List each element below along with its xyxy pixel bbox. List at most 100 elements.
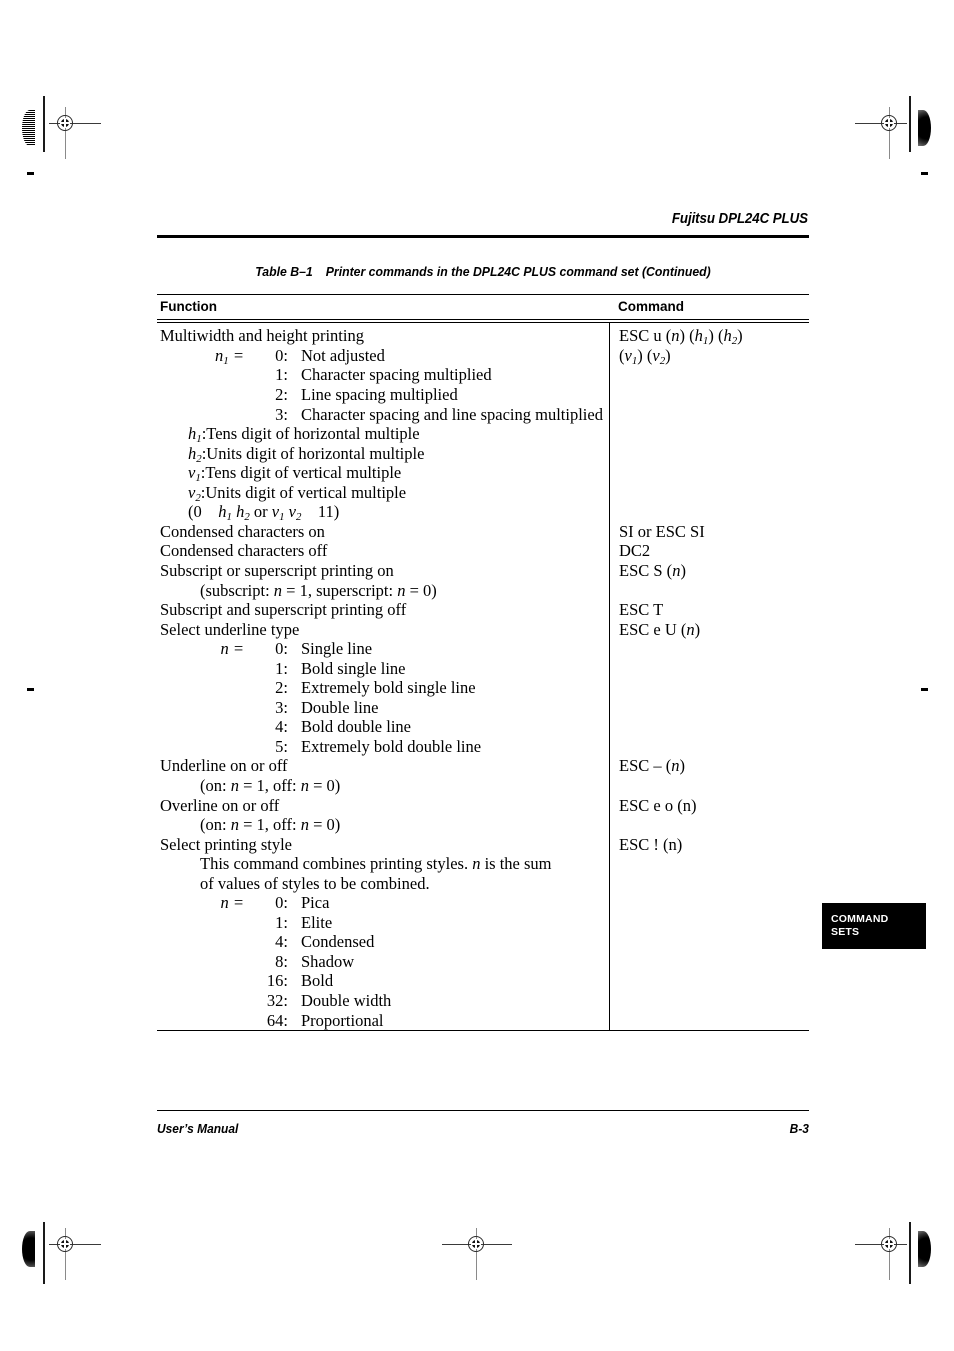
table-row: Underline on or off <box>160 756 288 776</box>
option-value: 16: <box>266 971 288 991</box>
registration-mark-top-left <box>49 107 101 159</box>
column-header-function: Function <box>160 299 217 314</box>
command-entry: ESC – (n) <box>619 756 686 776</box>
option-value: 64: <box>266 1010 288 1030</box>
option-key <box>200 991 244 1011</box>
option-key: n = <box>220 893 244 913</box>
option-value: 2: <box>275 678 288 698</box>
option-value: 0: <box>275 345 288 365</box>
option-key <box>200 385 244 405</box>
table-bottom-rule <box>157 1030 809 1032</box>
option-label: Proportional <box>301 1010 384 1030</box>
table-row: v2:Units digit of vertical multiple <box>188 482 407 504</box>
option-label: Single line <box>301 639 373 659</box>
table-row: Condensed characters on <box>160 521 325 541</box>
margin-tick-right-mid <box>921 688 928 691</box>
table-row: v1:Tens digit of vertical multiple <box>188 463 402 485</box>
option-key <box>200 698 244 718</box>
density-wedge-bottom-right <box>918 1231 931 1267</box>
table-row: 1: Bold single line <box>160 659 603 679</box>
option-key <box>200 1011 244 1031</box>
option-label: Line spacing multiplied <box>301 385 458 405</box>
command-entry: ESC u (n) (h1) (h2) <box>619 326 743 348</box>
option-key <box>200 717 244 737</box>
table-row: 3: Double line <box>160 698 603 718</box>
table-row: 64: Proportional <box>160 1011 603 1031</box>
function-column: Multiwidth and height printing n1 = 0: N… <box>157 323 609 1030</box>
thumb-tab-command-sets: COMMAND SETS <box>822 903 926 949</box>
table-row: (on: n = 1, off: n = 0) <box>200 775 341 795</box>
option-value: 2: <box>275 385 288 405</box>
table-row: Select underline type <box>160 619 300 639</box>
table-row: Overline on or off <box>160 795 280 815</box>
table-row: 4: Condensed <box>160 932 603 952</box>
table-row: (subscript: n = 1, superscript: n = 0) <box>200 580 437 600</box>
option-key <box>200 932 244 952</box>
table-row: Subscript or superscript printing on <box>160 560 394 580</box>
table-row: n = 0: Pica <box>160 893 603 913</box>
density-wedge-top-right <box>918 110 931 146</box>
command-entry: ESC ! (n) <box>619 834 683 854</box>
table-row: h1:Tens digit of horizontal multiple <box>188 424 420 446</box>
command-entry: ESC S (n) <box>619 560 686 580</box>
table-row: 32: Double width <box>160 991 603 1011</box>
table-body: Multiwidth and height printing n1 = 0: N… <box>157 323 809 1031</box>
table-caption: Table B–1 Printer commands in the DPL24C … <box>180 264 786 279</box>
option-label: Bold double line <box>301 717 411 737</box>
option-key: n = <box>220 639 244 659</box>
option-label: Character spacing multiplied <box>301 365 492 385</box>
column-header-command: Command <box>618 299 685 314</box>
command-entry: DC2 <box>619 541 651 561</box>
table-row: 3: Character spacing and line spacing mu… <box>160 405 603 425</box>
option-label: Shadow <box>301 951 355 971</box>
density-wedge-bottom-left <box>22 1231 35 1267</box>
option-key <box>200 365 244 385</box>
registration-mark-bottom-right <box>855 1228 907 1280</box>
option-key <box>200 952 244 972</box>
command-entry: ESC e U (n) <box>619 619 701 639</box>
command-column: ESC u (n) (h1) (h2) (v1) (v2) . . . . . … <box>609 323 809 1031</box>
option-label: Not adjusted <box>301 345 385 365</box>
registration-mark-bottom-center <box>442 1228 512 1280</box>
table-row: (0 h1 h2 or v1 v2 11) <box>188 502 340 524</box>
registration-mark-bottom-left <box>49 1228 101 1280</box>
thumb-tab-line-2: SETS <box>831 926 860 938</box>
header-rule <box>157 235 809 239</box>
table-row: 1: Elite <box>160 913 603 933</box>
registration-mark-top-right <box>855 107 907 159</box>
option-key <box>200 737 244 757</box>
option-value: 1: <box>275 658 288 678</box>
footer-rule <box>157 1110 809 1112</box>
table-header-row: Function Command <box>157 295 809 319</box>
option-value: 8: <box>275 951 288 971</box>
thumb-tab-line-1: COMMAND <box>831 913 889 925</box>
option-value: 5: <box>275 736 288 756</box>
table-row: 5: Extremely bold double line <box>160 737 603 757</box>
option-label: Elite <box>301 912 333 932</box>
table-row: 16: Bold <box>160 971 603 991</box>
option-label: Condensed <box>301 932 375 952</box>
document-page: Fujitsu DPL24C PLUS Table B–1 Printer com… <box>0 0 954 1351</box>
option-label: Extremely bold single line <box>301 678 476 698</box>
option-value: 4: <box>275 932 288 952</box>
table-row: 1: Character spacing multiplied <box>160 365 603 385</box>
option-value: 3: <box>275 697 288 717</box>
table-row: 2: Extremely bold single line <box>160 678 603 698</box>
table-row: of values of styles to be combined. <box>200 873 430 893</box>
table-row: Select printing style <box>160 834 292 854</box>
trim-rule-top-right <box>909 96 911 152</box>
trim-rule-top-left <box>43 96 45 152</box>
option-key <box>200 405 244 425</box>
margin-tick-left-upper <box>27 172 34 175</box>
option-label: Bold single line <box>301 658 406 678</box>
page-footer: User’s Manual B-3 <box>157 1121 809 1136</box>
margin-tick-right-upper <box>921 172 928 175</box>
option-value: 4: <box>275 717 288 737</box>
table-row: Multiwidth and height printing <box>160 326 364 346</box>
option-key <box>200 659 244 679</box>
option-key <box>200 913 244 933</box>
option-label: Extremely bold double line <box>301 736 482 756</box>
footer-manual-title: User’s Manual <box>157 1121 239 1136</box>
option-value: 3: <box>275 404 288 424</box>
option-value: 0: <box>275 893 288 913</box>
